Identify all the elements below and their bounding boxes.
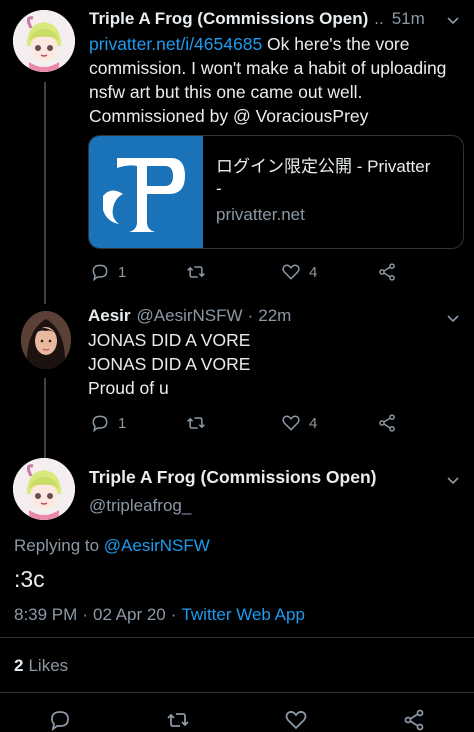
- thread-line: [44, 82, 46, 304]
- tweet-date: 02 Apr 20: [92, 605, 166, 624]
- share-icon: [379, 414, 395, 432]
- like-count: 4: [309, 414, 318, 432]
- reply-count: 1: [118, 414, 127, 432]
- frog-avatar-icon: [13, 458, 75, 520]
- separator: ·: [170, 605, 177, 624]
- retweet-icon: [167, 713, 189, 727]
- chevron-down-icon[interactable]: [446, 311, 460, 325]
- reply-button[interactable]: [48, 708, 72, 732]
- tweet1-header: Triple A Frog (Commissions Open) .. 51m: [89, 8, 425, 30]
- likes-stat[interactable]: 2 Likes: [14, 656, 68, 676]
- card-thumbnail: [89, 136, 203, 248]
- like-count: 4: [309, 263, 318, 281]
- avatar[interactable]: [13, 10, 75, 72]
- tweet2-text: JONAS DID A VORE JONAS DID A VORE Proud …: [88, 328, 448, 400]
- display-name[interactable]: Triple A Frog (Commissions Open): [89, 9, 368, 29]
- share-button[interactable]: [402, 708, 426, 732]
- profile-photo-icon: [21, 311, 71, 369]
- avatar[interactable]: [21, 311, 71, 369]
- like-icon: [282, 415, 300, 431]
- share-button[interactable]: [377, 413, 397, 433]
- divider: [0, 692, 474, 693]
- privatter-logo-icon: [89, 136, 203, 248]
- share-button[interactable]: [377, 262, 397, 282]
- chevron-down-icon[interactable]: [446, 473, 460, 487]
- retweet-icon: [187, 417, 205, 429]
- thread-line: [44, 378, 46, 458]
- separator: ·: [247, 306, 254, 325]
- reply-icon: [92, 264, 108, 282]
- avatar[interactable]: [13, 458, 75, 520]
- share-icon: [379, 263, 395, 281]
- replying-prefix: Replying to: [14, 536, 104, 555]
- link-card[interactable]: ログイン限定公開 - Privatter - privatter.net: [88, 135, 464, 249]
- retweet-icon: [187, 266, 205, 278]
- card-domain: privatter.net: [216, 205, 305, 224]
- like-button[interactable]: 4: [281, 262, 317, 282]
- display-name[interactable]: Aesir: [88, 306, 131, 326]
- tweet-time: 8:39 PM: [14, 605, 78, 624]
- reply-button[interactable]: 1: [90, 262, 126, 282]
- like-button[interactable]: 4: [281, 413, 317, 433]
- main-tweet-text: :3c: [14, 566, 45, 592]
- frog-avatar-icon: [13, 10, 75, 72]
- separator: ·: [82, 605, 88, 624]
- handle[interactable]: @AesirNSFW: [137, 306, 243, 326]
- likes-count: 2: [14, 656, 24, 675]
- chevron-down-icon[interactable]: [446, 13, 460, 27]
- tweet1-text: privatter.net/i/4654685 Ok here's the vo…: [89, 32, 461, 128]
- timestamp[interactable]: 51m: [392, 9, 425, 29]
- retweet-button[interactable]: [166, 708, 190, 732]
- divider: [0, 637, 474, 638]
- share-icon: [404, 709, 424, 731]
- reply-icon: [92, 415, 108, 433]
- timestamp[interactable]: 22m: [258, 306, 291, 326]
- tweet-line: Proud of u: [88, 378, 169, 398]
- display-name[interactable]: Triple A Frog (Commissions Open): [89, 467, 376, 488]
- tweet-line: JONAS DID A VORE: [88, 354, 251, 374]
- likes-label: Likes: [28, 656, 69, 675]
- reply-icon: [51, 711, 69, 732]
- handle[interactable]: @tripleafrog_: [89, 496, 191, 516]
- like-icon: [285, 710, 307, 730]
- card-subtitle: -: [216, 179, 222, 198]
- replying-to: Replying to @AesirNSFW: [14, 536, 210, 556]
- tweet-meta: 8:39 PM · 02 Apr 20 · Twitter Web App: [14, 604, 305, 626]
- separator: ..: [374, 9, 384, 28]
- replying-to-handle[interactable]: @AesirNSFW: [104, 536, 210, 555]
- like-icon: [282, 264, 300, 280]
- tweet-line: JONAS DID A VORE: [88, 330, 251, 350]
- reply-button[interactable]: 1: [90, 413, 126, 433]
- reply-count: 1: [118, 263, 127, 281]
- tweet-link[interactable]: privatter.net/i/4654685: [89, 34, 262, 54]
- retweet-button[interactable]: [186, 262, 206, 282]
- tweet2-header: Aesir @AesirNSFW · 22m: [88, 305, 291, 327]
- like-button[interactable]: [284, 708, 308, 732]
- card-title: ログイン限定公開 - Privatter: [216, 157, 431, 176]
- retweet-button[interactable]: [186, 413, 206, 433]
- tweet-source[interactable]: Twitter Web App: [181, 605, 304, 625]
